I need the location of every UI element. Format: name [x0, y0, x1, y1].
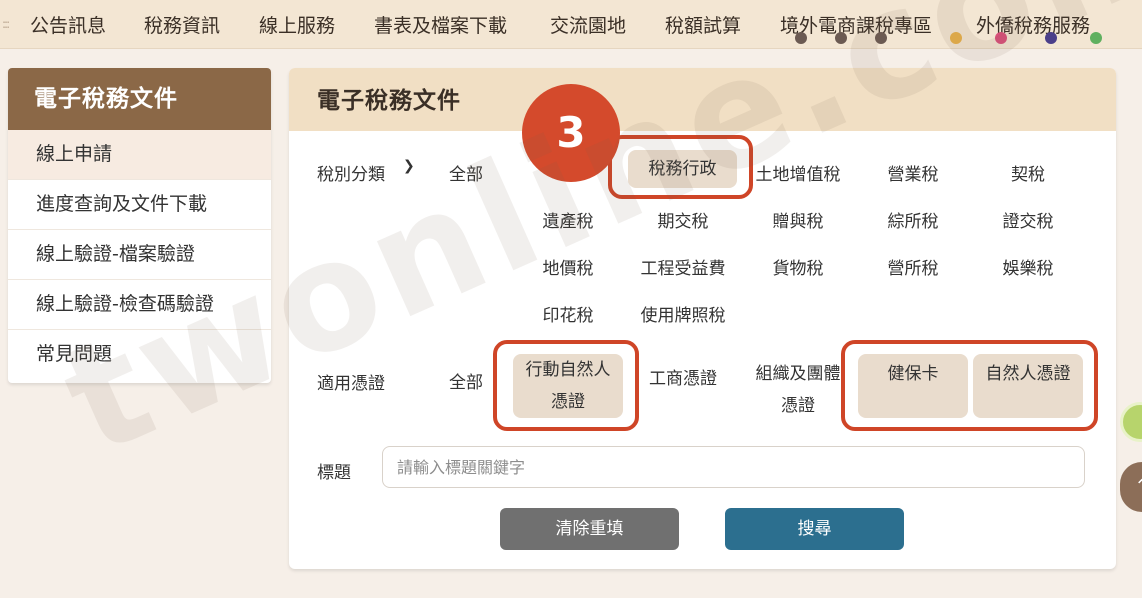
sidebar-item-file-verification[interactable]: 線上驗證-檔案驗證 [8, 230, 271, 280]
credential-option-organization-cert[interactable]: 組織及團體 憑證 [748, 358, 848, 422]
credential-label: 適用憑證 [317, 374, 385, 394]
nav-item-foreign-tax-services[interactable]: 外僑稅務服務 [976, 11, 1090, 38]
sidebar-item-progress-download[interactable]: 進度查詢及文件下載 [8, 180, 271, 230]
highlight-box-health-citizen-cert [841, 340, 1098, 431]
tax-option-stamp-tax[interactable]: 印花稅 [518, 301, 618, 326]
back-to-top-icon[interactable]: ⌃ [1120, 462, 1142, 512]
tax-option-profit-seeking-tax[interactable]: 營所稅 [863, 254, 963, 279]
nav-item-tax-calculator[interactable]: 稅額試算 [665, 11, 741, 38]
social-icon[interactable] [950, 32, 962, 44]
tax-option-income-tax[interactable]: 綜所稅 [863, 207, 963, 232]
sidebar: 電子稅務文件 線上申請 進度查詢及文件下載 線上驗證-檔案驗證 線上驗證-檢查碼… [8, 68, 271, 383]
tax-option-amusement-tax[interactable]: 娛樂稅 [978, 254, 1078, 279]
search-button[interactable]: 搜尋 [725, 508, 904, 550]
social-icon[interactable] [875, 32, 887, 44]
nav-item-community[interactable]: 交流園地 [550, 11, 626, 38]
chevron-down-icon[interactable]: ❯ [403, 158, 415, 174]
social-icon[interactable] [995, 32, 1007, 44]
tax-option-estate-tax[interactable]: 遺產稅 [518, 207, 618, 232]
step-number-badge: 3 [522, 84, 620, 182]
sidebar-item-checkcode-verification[interactable]: 線上驗證-檢查碼驗證 [8, 280, 271, 330]
nav-item-tax-info[interactable]: 稅務資訊 [144, 11, 220, 38]
nav-item-online-services[interactable]: 線上服務 [259, 11, 335, 38]
sidebar-item-faq[interactable]: 常見問題 [8, 330, 271, 379]
tax-option-futures-tax[interactable]: 期交稅 [633, 207, 733, 232]
social-icon[interactable] [795, 32, 807, 44]
social-icon[interactable] [835, 32, 847, 44]
nav-item-announcements[interactable]: 公告訊息 [30, 11, 106, 38]
tax-category-all[interactable]: 全部 [449, 160, 483, 185]
sidebar-item-online-application[interactable]: 線上申請 [8, 130, 271, 180]
top-navigation-bar: ::: 公告訊息 稅務資訊 線上服務 書表及檔案下載 交流園地 稅額試算 境外電… [0, 0, 1142, 49]
sidebar-title: 電子稅務文件 [8, 68, 271, 130]
clear-button[interactable]: 清除重填 [500, 508, 679, 550]
tax-option-commodity-tax[interactable]: 貨物稅 [748, 254, 848, 279]
title-keyword-input[interactable] [382, 446, 1085, 488]
panel-title: 電子稅務文件 [289, 68, 1116, 131]
tax-option-business-tax[interactable]: 營業稅 [863, 160, 963, 185]
accessibility-badge-icon[interactable] [1120, 402, 1142, 442]
tax-option-deed-tax[interactable]: 契稅 [978, 160, 1078, 185]
nav-item-forms-download[interactable]: 書表及檔案下載 [374, 11, 507, 38]
menu-grip-icon[interactable]: ::: [2, 17, 10, 31]
tax-option-land-value-increment[interactable]: 土地增值稅 [748, 160, 848, 185]
social-icon[interactable] [1090, 32, 1102, 44]
credential-option-business-cert[interactable]: 工商憑證 [633, 364, 733, 389]
tax-option-securities-tax[interactable]: 證交稅 [978, 207, 1078, 232]
tax-option-construction-benefit-fee[interactable]: 工程受益費 [633, 254, 733, 279]
title-field-label: 標題 [317, 463, 351, 483]
highlight-box-mobile-citizen-cert [493, 340, 639, 431]
tax-option-license-tax[interactable]: 使用牌照稅 [633, 301, 733, 326]
social-icon[interactable] [1045, 32, 1057, 44]
tax-option-land-value-tax[interactable]: 地價稅 [518, 254, 618, 279]
tax-option-gift-tax[interactable]: 贈與稅 [748, 207, 848, 232]
credential-all[interactable]: 全部 [449, 368, 483, 393]
tax-category-label: 稅別分類 [317, 165, 385, 185]
highlight-box-tax-administration [608, 135, 753, 199]
